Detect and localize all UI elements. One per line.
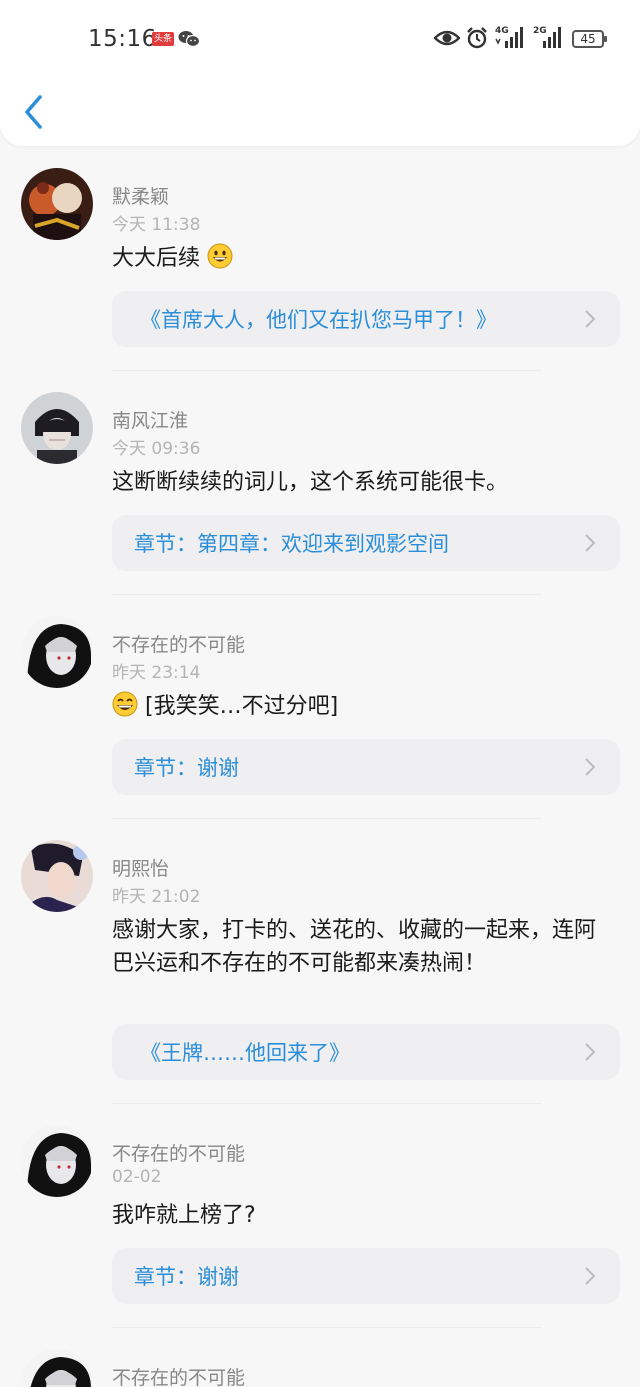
comment-author[interactable]: 不存在的不可能 bbox=[112, 1139, 245, 1166]
avatar[interactable] bbox=[21, 1125, 93, 1197]
comment-author[interactable]: 不存在的不可能 bbox=[112, 1363, 245, 1387]
comment-date: 今天 09:36 bbox=[112, 439, 201, 459]
signal-icon-2 bbox=[543, 27, 561, 48]
avatar[interactable] bbox=[21, 168, 93, 240]
status-time: 15:16 bbox=[88, 26, 157, 52]
battery-icon: 45 bbox=[572, 30, 607, 48]
signal-icon bbox=[495, 27, 523, 48]
divider bbox=[112, 818, 542, 819]
divider bbox=[112, 370, 542, 371]
status-bar: 15:16 头条 4G 2G 45 bbox=[0, 0, 640, 80]
reference-label: 《王牌……他回来了》 bbox=[140, 1041, 350, 1065]
comment-date: 02-02 bbox=[112, 1167, 162, 1187]
chapter-reference[interactable]: 章节：谢谢 bbox=[112, 739, 620, 795]
comment-author[interactable]: 明熙怡 bbox=[112, 854, 169, 881]
comment-text-body: [我笑笑…不过分吧] bbox=[145, 694, 339, 719]
reference-label: 章节：谢谢 bbox=[134, 756, 239, 780]
comment-text: 我咋就上榜了? bbox=[112, 1203, 256, 1228]
divider bbox=[112, 1327, 542, 1328]
comment-author[interactable]: 不存在的不可能 bbox=[112, 630, 245, 657]
chevron-right-icon bbox=[585, 310, 596, 328]
avatar[interactable] bbox=[21, 392, 93, 464]
comment-author[interactable]: 南风江淮 bbox=[112, 406, 188, 433]
grin-emoji-icon bbox=[207, 243, 233, 269]
avatar[interactable] bbox=[21, 840, 93, 912]
comment-date: 昨天 23:14 bbox=[112, 663, 201, 683]
comment-text: [我笑笑…不过分吧] bbox=[112, 690, 612, 723]
chevron-right-icon bbox=[585, 534, 596, 552]
chapter-reference[interactable]: 章节：第四章：欢迎来到观影空间 bbox=[112, 515, 620, 571]
reference-label: 章节：谢谢 bbox=[134, 1265, 239, 1289]
top-header: 15:16 头条 4G 2G 45 bbox=[0, 0, 640, 146]
divider bbox=[112, 594, 542, 595]
wechat-icon bbox=[178, 31, 200, 48]
comment-date: 昨天 21:02 bbox=[112, 887, 201, 907]
alarm-icon bbox=[467, 27, 487, 49]
reference-label: 《首席大人，他们又在扒您马甲了！》 bbox=[140, 308, 497, 332]
book-reference[interactable]: 《首席大人，他们又在扒您马甲了！》 bbox=[112, 291, 620, 347]
chevron-right-icon bbox=[585, 1043, 596, 1061]
comment-text: 这断断续续的词儿，这个系统可能很卡。 bbox=[112, 470, 509, 495]
book-reference[interactable]: 《王牌……他回来了》 bbox=[112, 1024, 620, 1080]
chapter-reference[interactable]: 章节：谢谢 bbox=[112, 1248, 620, 1304]
laugh-emoji-icon bbox=[112, 691, 138, 717]
chevron-right-icon bbox=[585, 758, 596, 776]
divider bbox=[112, 1103, 542, 1104]
comment-text: 感谢大家，打卡的、送花的、收藏的一起来，连阿巴兴运和不存在的不可能都来凑热闹！ bbox=[112, 918, 597, 976]
chevron-right-icon bbox=[585, 1267, 596, 1285]
eye-icon bbox=[434, 30, 460, 46]
comment-date: 今天 11:38 bbox=[112, 215, 201, 235]
reference-label: 章节：第四章：欢迎来到观影空间 bbox=[134, 532, 449, 556]
avatar[interactable] bbox=[21, 1349, 93, 1387]
comment-text: 大大后续 bbox=[112, 242, 612, 275]
avatar[interactable] bbox=[21, 616, 93, 688]
toutiao-badge: 头条 bbox=[152, 32, 174, 46]
comment-text-body: 大大后续 bbox=[112, 246, 201, 271]
comment-author[interactable]: 默柔颖 bbox=[112, 182, 169, 209]
back-arrow-icon[interactable] bbox=[22, 94, 46, 130]
